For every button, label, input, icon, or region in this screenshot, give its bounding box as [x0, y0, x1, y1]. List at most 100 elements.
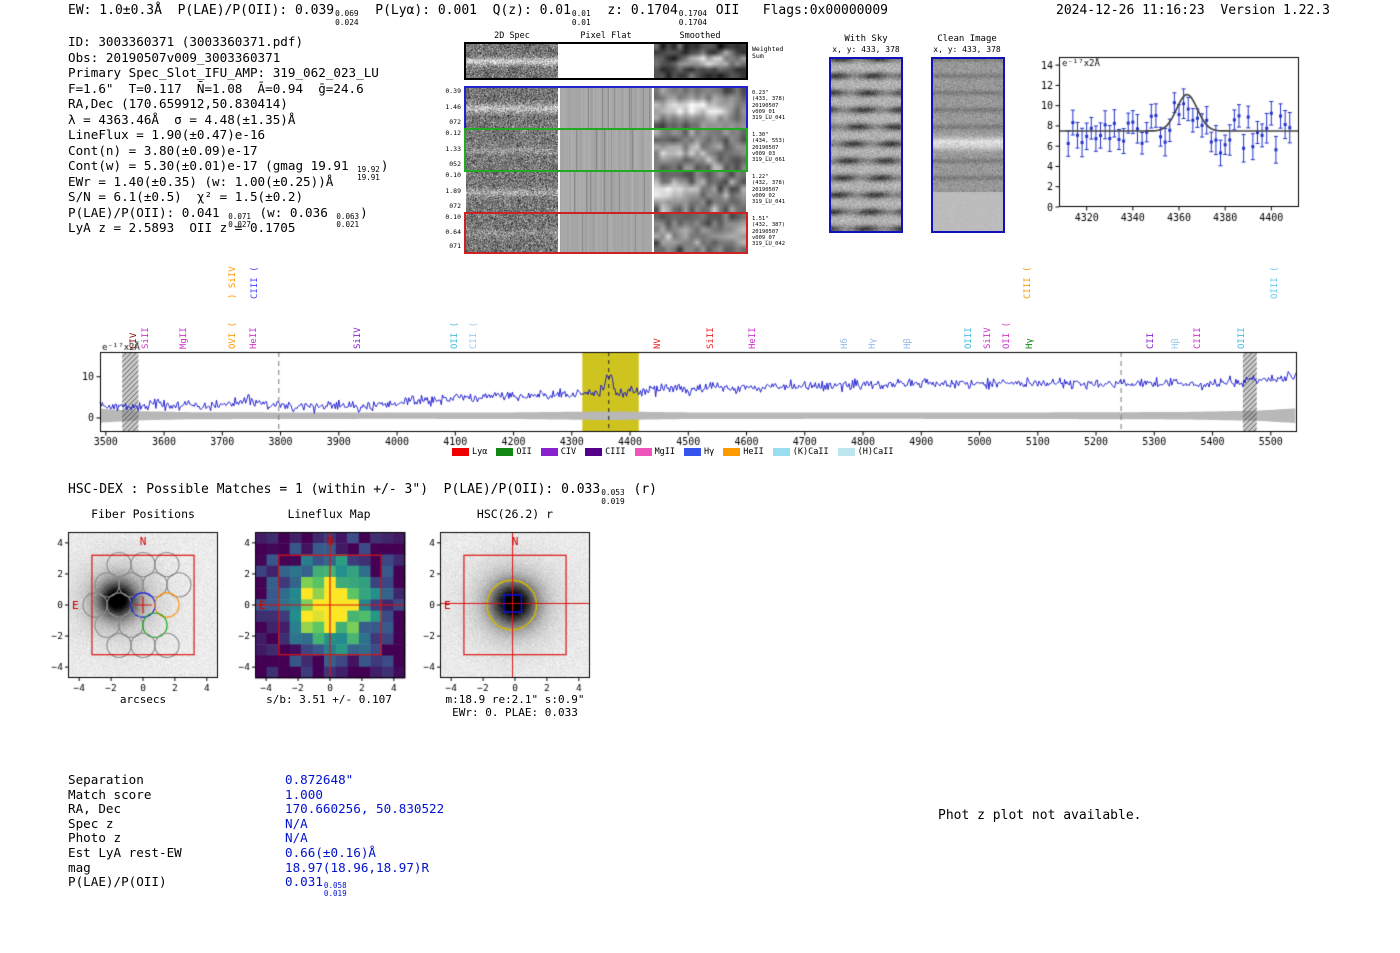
info-line: Obs: 20190507v009_3003360371	[68, 50, 388, 66]
match-table-row: Match score 1.000	[68, 787, 444, 802]
legend-label: Lyα	[472, 447, 488, 457]
hsc-cutout-title: HSC(26.2) r	[476, 507, 554, 521]
lineflux-map-plot	[217, 524, 417, 704]
legend-item: CIII	[585, 447, 626, 457]
hsc-caption-1: m:18.9 re:2.1" s:0.9"	[445, 693, 585, 706]
info-line: Cont(n) = 3.80(±0.09)e-17	[68, 143, 388, 159]
lineflux-map-title: Lineflux Map	[287, 507, 371, 521]
legend-label: CIV	[560, 447, 577, 457]
legend-swatch	[496, 448, 514, 456]
match-table-row: Photo z N/A	[68, 830, 444, 845]
smoothed-image	[654, 172, 746, 212]
match-field-value: 0.031	[285, 874, 323, 890]
pixel-flat-image	[560, 88, 652, 128]
pixel-flat-image	[560, 172, 652, 212]
match-table-row: RA, Dec 170.660256, 50.830522	[68, 801, 444, 816]
summary-header: EW: 1.0±0.3Å P(LAE)/P(OII): 0.039 0.069 0.…	[68, 3, 888, 27]
legend-label: Hγ	[704, 447, 715, 457]
match-table-row: mag 18.97(18.96,18.97)R	[68, 860, 444, 875]
hsc-caption-2: EWr: 0. PLAE: 0.033	[452, 706, 578, 719]
match-field-value: N/A	[285, 815, 308, 831]
legend-item: (H)CaII	[837, 447, 893, 457]
spec2d-image	[466, 130, 558, 170]
detection-info-block: ID: 3003360371 (3003360371.pdf) Obs: 2019…	[68, 34, 388, 236]
stat-value: 1.46	[445, 102, 461, 111]
legend-label: OII	[516, 447, 532, 457]
text-segment: z: 0.1704	[591, 3, 678, 18]
col-header-pixelflat: Pixel Flat	[580, 31, 632, 41]
stacked-uncertainty: 0.01 0.01	[571, 9, 591, 27]
legend-label: (K)CaII	[792, 447, 829, 457]
spec2d-row	[464, 86, 748, 130]
info-line: S/N = 6.1(±0.5) χ² = 1.5(±0.2)	[68, 189, 388, 205]
text-segment: λ = 4363.46Å σ = 4.48(±1.35)Å	[68, 111, 296, 127]
match-field-label: mag	[68, 859, 91, 875]
match-field-value: 0.66(±0.16)Å	[285, 844, 376, 860]
text-segment: )	[360, 204, 368, 220]
stacked-uncertainty: 0.053 0.019	[601, 488, 625, 506]
smoothed-image	[654, 130, 746, 170]
line-fit-plot	[1025, 45, 1310, 230]
spec2d-image	[466, 88, 558, 128]
info-line: λ = 4363.46Å σ = 4.48(±1.35)Å	[68, 112, 388, 128]
stat-value: 0.12	[445, 129, 461, 137]
text-segment: )	[380, 158, 389, 173]
text-segment: P(LAE)/P(OII): 0.041	[68, 204, 228, 220]
text-segment: Obs: 20190507v009_3003360371	[68, 49, 281, 65]
clean-image-coords: x, y: 433, 378	[933, 45, 1001, 54]
text-segment: HSC-DEX : Possible Matches = 1 (within +…	[68, 482, 601, 497]
pixel-flat-image	[560, 130, 652, 170]
spec2d-row-stats: 0.10 1.89 072	[437, 172, 461, 210]
text-segment: (r)	[625, 482, 658, 497]
spec2d-row-annotation: Weighted Sum	[752, 45, 784, 61]
photz-note: Phot z plot not available.	[938, 808, 1142, 823]
match-field-value: N/A	[285, 830, 308, 846]
match-field-label: RA, Dec	[68, 801, 122, 817]
spec2d-row	[464, 42, 748, 80]
match-field-label: Spec z	[68, 815, 114, 831]
text-segment: OII Flags:0x00000009	[707, 3, 888, 18]
text-segment: EWr = 1.40(±0.35) (w: 1.00(±0.25))Å	[68, 173, 334, 189]
with-sky-image	[829, 57, 903, 233]
stat-value: 0.10	[445, 171, 461, 179]
text-segment: EW: 1.0±0.3Å P(LAE)/P(OII): 0.039	[68, 3, 335, 18]
spec2d-row-annotation: 1.22" (432, 378) 20190507 v009_02 319_LU…	[752, 174, 786, 206]
with-sky-title: With Sky	[844, 34, 888, 44]
match-table: Separation 0.872648" Match score 1.000 RA, D…	[68, 772, 444, 898]
stacked-uncertainty: 19.92 19.91	[357, 165, 380, 183]
stacked-uncertainty: 0.069 0.024	[335, 9, 359, 27]
spec2d-row-stats: 0.12 1.33 052	[437, 130, 461, 168]
text-segment: Primary Spec_Slot_IFU_AMP: 319_062_023_L…	[68, 65, 379, 80]
spec2d-row	[464, 170, 748, 214]
legend-item: (K)CaII	[772, 447, 829, 457]
emission-line-label: CIII (	[1023, 266, 1034, 299]
legend-label: HeII	[743, 447, 764, 457]
lineflux-caption: s/b: 3.51 +/- 0.107	[266, 693, 392, 706]
pixel-flat-image	[560, 44, 652, 78]
match-field-value: 170.660256, 50.830522	[285, 801, 445, 817]
match-field-label: Est LyA rest-EW	[68, 844, 182, 860]
fiber-xlabel: arcsecs	[119, 693, 167, 706]
full-spectrum-plot	[60, 340, 1310, 458]
match-field-label: Photo z	[68, 830, 122, 846]
legend-item: OII	[496, 447, 532, 457]
stat-value: 052	[449, 160, 461, 168]
match-field-label: P(LAE)/P(OII)	[68, 874, 167, 890]
pixel-flat-image	[560, 214, 652, 252]
legend-label: MgII	[654, 447, 676, 457]
match-field-value: 0.872648"	[285, 772, 354, 787]
col-header-smoothed: Smoothed	[679, 31, 721, 41]
legend-swatch	[723, 448, 741, 456]
hsc-cutout-plot	[402, 524, 602, 704]
stat-value: 1.33	[445, 144, 461, 153]
stat-value: 1.89	[445, 186, 461, 195]
text-segment: P(Lyα): 0.001 Q(z): 0.01	[359, 3, 571, 18]
match-field-label: Separation	[68, 772, 144, 787]
text-segment: ID: 3003360371 (3003360371.pdf)	[68, 34, 304, 49]
info-line: RA,Dec (170.659912,50.830414)	[68, 96, 388, 112]
text-segment: LyA z = 2.5893 OII z = 0.1705	[68, 220, 296, 235]
match-field-value: 18.97(18.96,18.97)R	[285, 859, 430, 875]
info-line: F=1.6" T=0.117 N̄=1.08 Ā=0.94 ḡ=24.6	[68, 81, 388, 97]
legend-item: Hγ	[684, 447, 714, 457]
legend-swatch	[634, 448, 652, 456]
